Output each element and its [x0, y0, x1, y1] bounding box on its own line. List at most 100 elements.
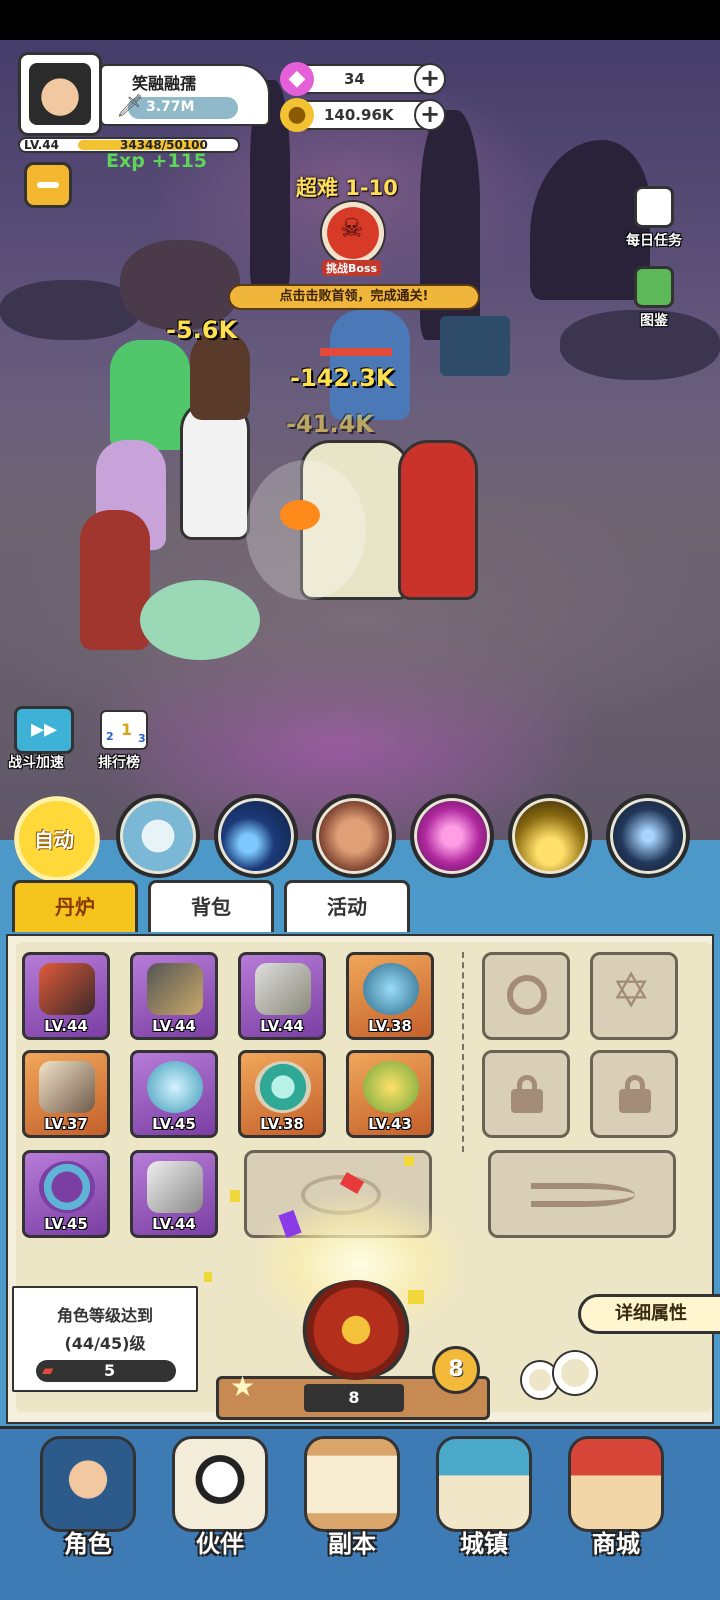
equip-level: LV.37 [44, 1115, 88, 1133]
equip-level: LV.44 [260, 1017, 304, 1035]
player-name: 笑融融孺 [132, 74, 197, 93]
equip-orb[interactable]: LV.38 [346, 952, 434, 1040]
gear-icon [522, 1362, 558, 1398]
skill-beast-icon[interactable] [312, 794, 396, 878]
equip-level: LV.44 [152, 1017, 196, 1035]
tab-events[interactable]: 活动 [284, 880, 410, 932]
furnace-count: 8 [304, 1384, 404, 1412]
equip-level: LV.45 [44, 1215, 88, 1233]
orb-icon [363, 963, 419, 1015]
slot-star[interactable]: ✡ [590, 952, 678, 1040]
lock-icon [511, 1075, 543, 1113]
nav-partner[interactable]: 伙伴 [160, 1436, 280, 1566]
auto-battle-button[interactable]: 自动 [14, 796, 100, 882]
rock [0, 280, 140, 340]
equip-level: LV.44 [152, 1215, 196, 1233]
ticket-icon: ▰ [42, 1361, 54, 1379]
leaderboard-button[interactable]: 2 1 3 [94, 704, 154, 756]
battle-speed-label: 战斗加速 [8, 755, 64, 771]
lock-icon [619, 1075, 651, 1113]
player-avatar[interactable] [18, 52, 102, 136]
slot-emblem[interactable] [482, 952, 570, 1040]
equip-sword[interactable]: LV.44 [22, 952, 110, 1040]
requirement-progress: (44/45)级 [64, 1334, 146, 1353]
challenge-boss-label[interactable]: 挑战Boss [322, 260, 382, 276]
alchemy-furnace-button[interactable] [298, 1280, 414, 1380]
fire-effect [280, 500, 320, 530]
codex-button[interactable]: 图鉴 [622, 266, 686, 330]
trident-icon [531, 1183, 635, 1207]
gem-icon: ◆ [280, 62, 314, 96]
equip-gem[interactable]: LV.43 [346, 1050, 434, 1138]
sword-icon: 🗡 [116, 94, 144, 119]
nav-label: 城镇 [460, 1530, 508, 1558]
status-bar [0, 0, 720, 40]
requirement-text: 角色等级达到 [56, 1306, 153, 1325]
add-gems-button[interactable]: + [414, 63, 446, 95]
equip-ring[interactable]: LV.38 [238, 1050, 326, 1138]
sparkle-icon: ★ [230, 1370, 256, 1403]
player-nameplate[interactable]: 笑融融孺 🗡 3.77M [100, 64, 270, 126]
partner-icon [172, 1436, 268, 1532]
nav-label: 角色 [64, 1530, 112, 1558]
menu-button[interactable] [24, 162, 72, 208]
nav-town[interactable]: 城镇 [424, 1436, 544, 1566]
codex-label: 图鉴 [640, 313, 668, 329]
rank-3: 3 [138, 732, 146, 745]
book-icon [634, 266, 674, 308]
gesture-bar [0, 1568, 720, 1600]
nav-dungeon[interactable]: 副本 [292, 1436, 412, 1566]
nav-label: 伙伴 [196, 1530, 244, 1558]
divider [462, 952, 464, 1152]
slot-weapon[interactable] [488, 1150, 676, 1238]
skill-swords-icon[interactable] [508, 794, 592, 878]
furnace-settings-button[interactable] [516, 1348, 600, 1408]
avatar [29, 63, 91, 125]
confetti [230, 1190, 240, 1202]
town-icon [436, 1436, 532, 1532]
machine [440, 316, 510, 376]
add-gold-button[interactable]: + [414, 99, 446, 131]
battle-speed-button[interactable]: ▸▸ [14, 706, 74, 754]
power-value: 3.77M [146, 99, 195, 115]
nav-character[interactable]: 角色 [28, 1436, 148, 1566]
auto-label: 自动 [34, 828, 74, 852]
skill-unicorn-icon[interactable] [116, 794, 200, 878]
ring-icon [255, 1061, 311, 1113]
skill-comet-icon[interactable] [214, 794, 298, 878]
tab-backpack[interactable]: 背包 [148, 880, 274, 932]
equip-level: LV.38 [260, 1115, 304, 1133]
daily-tasks-button[interactable]: 每日任务 [618, 186, 690, 250]
skill-lightning-icon[interactable] [606, 794, 690, 878]
detail-attributes-button[interactable]: 详细属性 [578, 1294, 720, 1334]
gem-counter: ◆ 34 + [280, 62, 446, 96]
slot-locked[interactable] [482, 1050, 570, 1138]
damage-number: -142.3K [290, 364, 395, 392]
furnace-level-badge[interactable]: 8 [432, 1346, 480, 1394]
robe-icon [255, 963, 311, 1015]
gold-value: 140.96K [324, 106, 394, 124]
rank-1: 1 [121, 720, 133, 739]
boots-icon [147, 1161, 203, 1213]
leaderboard-label: 排行榜 [98, 755, 140, 771]
equip-amulet[interactable]: LV.45 [130, 1050, 218, 1138]
slot-locked[interactable] [590, 1050, 678, 1138]
ally-butterfly-pet [140, 580, 260, 660]
coin-icon: ● [280, 98, 314, 132]
minus-icon [37, 182, 59, 188]
equip-robe[interactable]: LV.44 [238, 952, 326, 1040]
skill-vortex-icon[interactable] [410, 794, 494, 878]
helmet-icon [147, 963, 203, 1015]
equip-helmet[interactable]: LV.44 [130, 952, 218, 1040]
demon-mask-icon: ☠ [340, 214, 364, 244]
exp-gain-text: Exp +115 [106, 150, 208, 172]
tab-furnace[interactable]: 丹炉 [12, 880, 138, 932]
nav-shop[interactable]: 商城 [556, 1436, 676, 1566]
damage-number: -41.4K [286, 410, 374, 438]
confetti [404, 1156, 414, 1166]
challenge-boss-button[interactable]: ☠ [320, 200, 386, 266]
equip-bracelet[interactable]: LV.45 [22, 1150, 110, 1238]
nav-label: 副本 [328, 1530, 376, 1558]
equip-crown[interactable]: LV.37 [22, 1050, 110, 1138]
equip-boots[interactable]: LV.44 [130, 1150, 218, 1238]
